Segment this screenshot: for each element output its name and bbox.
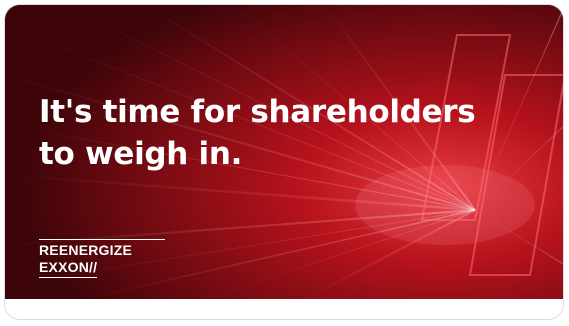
promo-image[interactable]: It's time for shareholders to weigh in. … <box>5 5 563 299</box>
headline-line-1: It's time for shareholders <box>39 94 476 130</box>
headline: It's time for shareholders to weigh in. <box>39 91 519 175</box>
logo-top-rule <box>39 239 165 240</box>
media-card[interactable]: It's time for shareholders to weigh in. … <box>4 4 564 320</box>
reenergize-exxon-logo: REENERGIZE EXXON// <box>39 239 165 278</box>
logo-line-1: REENERGIZE <box>39 242 133 258</box>
headline-line-2: to weigh in. <box>39 136 243 172</box>
card-footer <box>5 299 563 319</box>
logo-line-2: EXXON// <box>39 259 98 278</box>
